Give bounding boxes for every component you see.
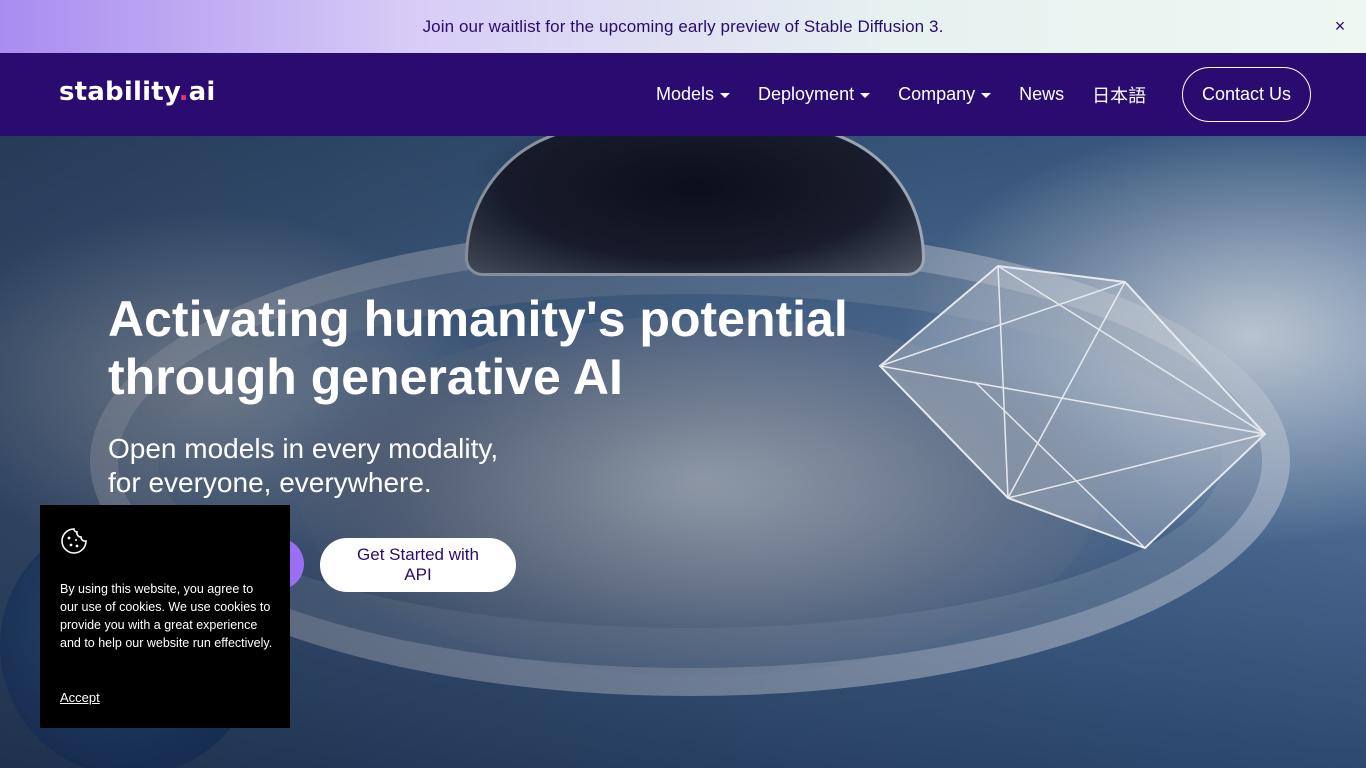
crystal-graphic <box>878 264 1267 550</box>
hero-title-line: through generative AI <box>108 349 623 405</box>
hero-subtitle: Open models in every modality, for every… <box>108 432 628 500</box>
main-nav: Models Deployment Company News 日本語 <box>656 53 1160 136</box>
caret-down-icon <box>981 93 992 98</box>
caret-down-icon <box>860 93 871 98</box>
nav-item-label: News <box>1019 84 1065 104</box>
nav-item-news[interactable]: News <box>1019 84 1064 105</box>
hero-title-line: Activating humanity's potential <box>108 291 848 347</box>
site-header: stability.ai Models Deployment Company N… <box>0 53 1366 136</box>
nav-item-label: Company <box>898 84 976 104</box>
nav-item-label: Models <box>656 84 715 104</box>
announcement-link[interactable]: Join our waitlist for the upcoming early… <box>423 17 944 37</box>
announcement-bar: Join our waitlist for the upcoming early… <box>0 0 1366 53</box>
hero-subtitle-line: for everyone, everywhere. <box>108 467 432 498</box>
logo-suffix: ai <box>188 77 216 107</box>
nav-item-label: 日本語 <box>1092 85 1147 106</box>
caret-down-icon <box>720 93 731 98</box>
nav-item-japanese[interactable]: 日本語 <box>1092 82 1146 108</box>
get-started-api-button[interactable]: Get Started with API <box>320 538 516 592</box>
nav-item-models[interactable]: Models <box>656 84 731 105</box>
nav-item-company[interactable]: Company <box>898 84 992 105</box>
cookie-icon <box>61 528 87 554</box>
close-icon[interactable]: × <box>1330 16 1350 36</box>
cookie-accept-button[interactable]: Accept <box>60 690 100 705</box>
hero-subtitle-line: Open models in every modality, <box>108 433 499 464</box>
hero-title: Activating humanity's potential through … <box>108 290 928 406</box>
contact-us-button[interactable]: Contact Us <box>1182 67 1311 122</box>
nav-item-label: Deployment <box>758 84 855 104</box>
logo-main: stability <box>59 77 179 107</box>
logo-dot: . <box>178 77 189 107</box>
cookie-message: By using this website, you agree to our … <box>60 582 273 650</box>
stability-ai-logo[interactable]: stability.ai <box>59 77 216 107</box>
nav-item-deployment[interactable]: Deployment <box>758 84 871 105</box>
